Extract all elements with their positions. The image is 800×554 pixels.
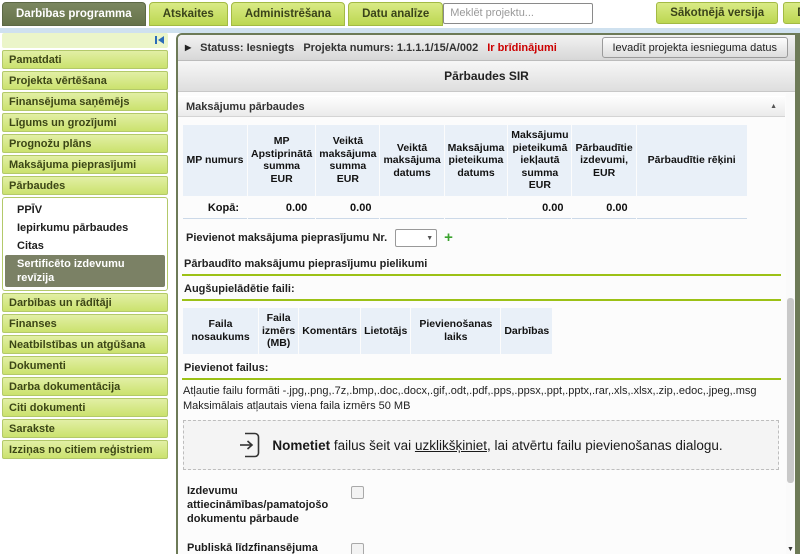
total-label: Kopā: xyxy=(183,197,247,219)
sidebar-item-sarakste[interactable]: Sarakste xyxy=(2,419,168,438)
sidebar-item-iepirkumu-parbaudes[interactable]: Iepirkumu pārbaudes xyxy=(5,219,165,237)
project-number-text: Projekta numurs: 1.1.1.1/15/A/002 xyxy=(303,42,478,54)
public-cofinancing-checkbox[interactable] xyxy=(351,543,364,554)
column-header: Maksājumu pieteikumā iekļautā summa EUR xyxy=(508,125,571,196)
column-header: Veiktā maksājuma datums xyxy=(380,125,443,196)
add-payment-request-label: Pievienot maksājuma pieprasījumu Nr. xyxy=(186,232,387,244)
column-header: MP Apstiprinātā summa EUR xyxy=(248,125,315,196)
payments-section-header[interactable]: Maksājumu pārbaudes ▲ xyxy=(178,96,785,117)
sidebar-item-dokumenti[interactable]: Dokumenti xyxy=(2,356,168,375)
total-value xyxy=(380,197,443,219)
documentation-button[interactable]: Dokumentācija xyxy=(783,2,800,24)
drop-file-icon xyxy=(239,432,260,458)
open-file-dialog-link[interactable]: uzklikšķiniet xyxy=(415,438,487,453)
collapse-sidebar-icon[interactable] xyxy=(155,36,164,44)
public-cofinancing-check-label: Publiskā līdzfinansējuma apmaksas pārbau… xyxy=(187,542,339,554)
top-navigation-bar: Darbības programma Atskaites Administrēš… xyxy=(0,0,800,28)
column-header: Veiktā maksājuma summa EUR xyxy=(316,125,379,196)
checked-payment-requests-attachments-header: Pārbaudīto maksājumu pieprasījumu pielik… xyxy=(182,251,781,276)
tab-datu-analize[interactable]: Datu analīze xyxy=(348,2,443,26)
app-window: Darbības programma Atskaites Administrēš… xyxy=(0,0,800,554)
uploaded-files-header: Augšupielādētie faili: xyxy=(182,276,781,301)
allowed-formats-line: Atļautie failu formāti -.jpg,.png,.7z,.b… xyxy=(183,384,781,399)
vertical-scrollbar[interactable]: ▼ xyxy=(786,93,795,554)
sidebar-item-ppiv[interactable]: PPĪV xyxy=(5,201,165,219)
column-header: Faila izmērs (MB) xyxy=(259,308,298,354)
warning-text: Ir brīdinājumi xyxy=(487,42,557,54)
sidebar-item-ligums-un-grozijumi[interactable]: Līgums un grozījumi xyxy=(2,113,168,132)
main-panel: ▶ Statuss: Iesniegts Projekta numurs: 1.… xyxy=(176,33,800,554)
payments-table: MP numurs MP Apstiprinātā summa EUR Veik… xyxy=(182,124,748,220)
page-title: Pārbaudes SIR xyxy=(178,61,795,92)
sidebar-item-parbaudes[interactable]: Pārbaudes xyxy=(2,176,168,195)
column-header: Pārbaudītie rēķini xyxy=(637,125,747,196)
scrollbar-thumb[interactable] xyxy=(787,298,794,483)
sidebar-item-projekta-vertesana[interactable]: Projekta vērtēšana xyxy=(2,71,168,90)
column-header: Darbības xyxy=(501,308,552,354)
search-input[interactable] xyxy=(443,3,593,24)
total-value: 0.00 xyxy=(508,197,571,219)
project-number-value: 1.1.1.1/15/A/002 xyxy=(397,42,478,54)
add-payment-request-row: Pievienot maksājuma pieprasījumu Nr. ▼ + xyxy=(186,229,781,247)
files-table-header-row: Faila nosaukums Faila izmērs (MB) Koment… xyxy=(183,308,552,354)
status-text: Statuss: Iesniegts xyxy=(200,42,294,54)
add-files-header: Pievienot failus: xyxy=(182,355,781,380)
sidebar-item-finansejuma-sanemejs[interactable]: Finansējuma saņēmējs xyxy=(2,92,168,111)
column-header: Pievienošanas laiks xyxy=(411,308,500,354)
sidebar-item-neatbilstibas-un-atgusana[interactable]: Neatbilstības un atgūšana xyxy=(2,335,168,354)
sidebar-item-sertificeto-izdevumu-revizija[interactable]: Sertificēto izdevumu revīzija xyxy=(5,255,165,287)
total-value: 0.00 xyxy=(316,197,379,219)
column-header: Lietotājs xyxy=(361,308,410,354)
column-header: MP numurs xyxy=(183,125,247,196)
sidebar-item-pamatdati[interactable]: Pamatdati xyxy=(2,50,168,69)
expand-status-icon[interactable]: ▶ xyxy=(185,43,191,52)
sidebar-item-darba-dokumentacija[interactable]: Darba dokumentācija xyxy=(2,377,168,396)
max-size-line: Maksimālais atļautais viena faila izmērs… xyxy=(183,399,781,414)
content-area: MP numurs MP Apstiprinātā summa EUR Veik… xyxy=(178,117,785,554)
dropzone-text: Nometiet failus šeit vai uzklikšķiniet, … xyxy=(272,438,722,453)
sidebar-item-citi-dokumenti[interactable]: Citi dokumenti xyxy=(2,398,168,417)
original-version-button[interactable]: Sākotnējā versija xyxy=(656,2,778,24)
chevron-down-icon: ▼ xyxy=(426,235,433,242)
add-icon[interactable]: + xyxy=(444,231,453,245)
sidebar-header xyxy=(2,33,168,48)
expense-eligibility-checkbox[interactable] xyxy=(351,486,364,499)
files-table: Faila nosaukums Faila izmērs (MB) Koment… xyxy=(182,307,553,355)
column-header: Faila nosaukums xyxy=(183,308,258,354)
allowed-formats-text: Atļautie failu formāti -.jpg,.png,.7z,.b… xyxy=(182,380,781,414)
payment-request-number-select[interactable]: ▼ xyxy=(395,229,437,247)
column-header: Komentārs xyxy=(299,308,360,354)
enter-project-application-data-button[interactable]: Ievadīt projekta iesnieguma datus xyxy=(602,37,789,58)
collapse-section-icon[interactable]: ▲ xyxy=(770,103,777,110)
scroll-down-icon[interactable]: ▼ xyxy=(786,546,795,553)
sidebar-item-izzinas-no-citiem-registriem[interactable]: Izziņas no citiem reģistriem xyxy=(2,440,168,459)
status-bar: ▶ Statuss: Iesniegts Projekta numurs: 1.… xyxy=(178,35,795,61)
sidebar-item-finanses[interactable]: Finanses xyxy=(2,314,168,333)
tab-darbibas-programma[interactable]: Darbības programma xyxy=(2,2,146,26)
sidebar-item-darbibas-un-raditaji[interactable]: Darbības un rādītāji xyxy=(2,293,168,312)
sidebar: Pamatdati Projekta vērtēšana Finansējuma… xyxy=(2,33,168,461)
column-header: Pārbaudītie izdevumi, EUR xyxy=(572,125,635,196)
payments-table-header-row: MP numurs MP Apstiprinātā summa EUR Veik… xyxy=(183,125,747,196)
payments-total-row: Kopā: 0.00 0.00 0.00 0.00 xyxy=(183,197,747,219)
check-row: Publiskā līdzfinansējuma apmaksas pārbau… xyxy=(187,542,781,554)
total-value xyxy=(445,197,508,219)
total-value: 0.00 xyxy=(572,197,635,219)
topbar-right: Sākotnējā versija Dokumentācija xyxy=(443,2,800,24)
status-value: Iesniegts xyxy=(247,42,295,54)
check-row: Izdevumu attiecināmības/pamatojošo dokum… xyxy=(187,485,781,526)
file-dropzone[interactable]: Nometiet failus šeit vai uzklikšķiniet, … xyxy=(183,420,779,470)
sidebar-item-citas[interactable]: Citas xyxy=(5,237,165,255)
main-tabs: Darbības programma Atskaites Administrēš… xyxy=(2,2,443,26)
tab-administresana[interactable]: Administrēšana xyxy=(231,2,345,26)
sidebar-submenu-parbaudes: PPĪV Iepirkumu pārbaudes Citas Sertificē… xyxy=(2,197,168,291)
payments-section-title: Maksājumu pārbaudes xyxy=(186,101,305,113)
total-value: 0.00 xyxy=(248,197,315,219)
sidebar-item-prognozu-plans[interactable]: Prognožu plāns xyxy=(2,134,168,153)
total-value xyxy=(637,197,747,219)
expense-eligibility-check-label: Izdevumu attiecināmības/pamatojošo dokum… xyxy=(187,485,339,526)
column-header: Maksājuma pieteikuma datums xyxy=(445,125,508,196)
sidebar-item-maksajuma-pieprasijumi[interactable]: Maksājuma pieprasījumi xyxy=(2,155,168,174)
tab-atskaites[interactable]: Atskaites xyxy=(149,2,228,26)
